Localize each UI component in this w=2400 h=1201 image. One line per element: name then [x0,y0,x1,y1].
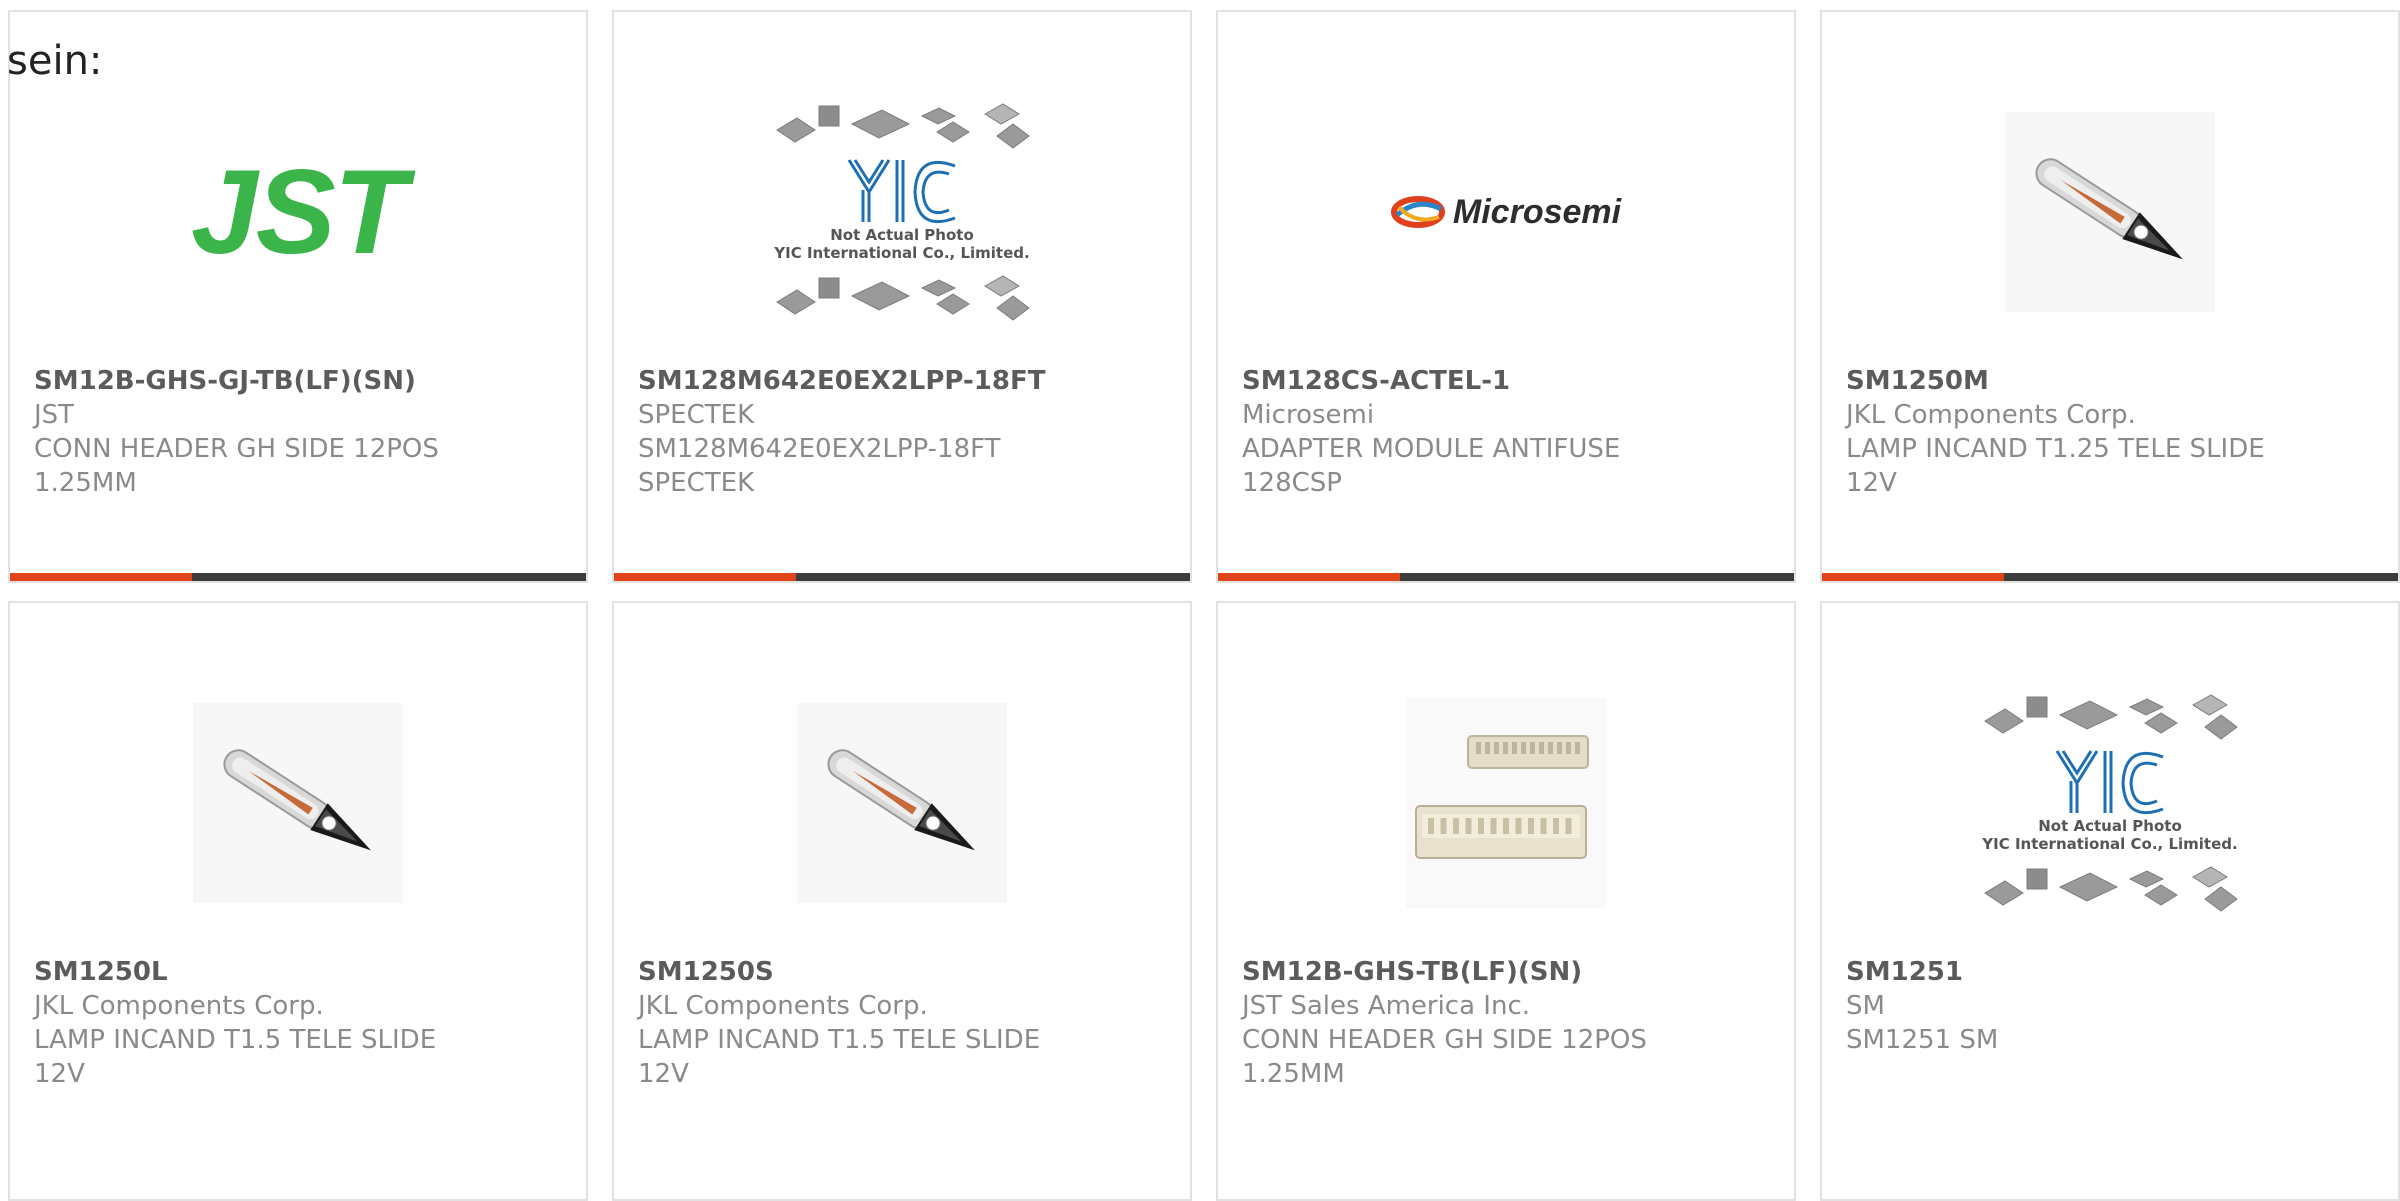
product-card[interactable]: SM1250S JKL Components Corp. LAMP INCAND T… [612,601,1192,1201]
card-footer-bar [1218,573,1794,581]
manufacturer-name: SPECTEK [638,400,755,430]
product-info: SM1251 SM SM1251 SM [1846,955,2374,1057]
description-line: 12V [34,1059,85,1089]
manufacturer-name: SM [1846,991,1885,1021]
description-line: SM128M642E0EX2LPP-18FT [638,434,1001,464]
description-line: 128CSP [1242,468,1342,498]
microsemi-logo: Microsemi [1390,193,1621,232]
product-card[interactable]: Not Actual Photo YIC International Co., … [1820,601,2400,1201]
product-card[interactable]: SM1250M JKL Components Corp. LAMP INCAND T… [1820,10,2400,583]
product-card[interactable]: JST SM12B-GHS-GJ-TB(LF)(SN) JST CONN HEADER… [8,10,588,583]
manufacturer-name: Microsemi [1242,400,1375,430]
lamp-photo [797,703,1007,903]
yic-caption-2: YIC International Co., Limited. [1981,835,2237,853]
product-info: SM128M642E0EX2LPP-18FT SPECTEK SM128M642E0… [638,364,1166,500]
product-info: SM1250M JKL Components Corp. LAMP INCAND T… [1846,364,2374,500]
product-info: SM1250L JKL Components Corp. LAMP INCAND T… [34,955,562,1091]
card-footer-accent [1218,573,1400,581]
lamp-photo [2005,112,2215,312]
yic-caption-1: Not Actual Photo [830,226,974,244]
manufacturer-name: JKL Components Corp. [638,991,928,1021]
description-line: ADAPTER MODULE ANTIFUSE [1242,434,1621,464]
description-line: LAMP INCAND T1.25 TELE SLIDE [1846,434,2265,464]
manufacturer-name: JKL Components Corp. [1846,400,2136,430]
product-info: SM12B-GHS-GJ-TB(LF)(SN) JST CONN HEADER GH… [34,364,562,500]
lamp-photo [193,703,403,903]
product-image[interactable] [1822,67,2398,357]
product-card[interactable]: SM1250L JKL Components Corp. LAMP INCAND T… [8,601,588,1201]
product-image[interactable] [614,658,1190,948]
part-number-link[interactable]: SM128M642E0EX2LPP-18FT [638,364,1166,398]
product-image[interactable] [1218,658,1794,948]
card-footer-accent [614,573,796,581]
part-number-link[interactable]: SM12B-GHS-GJ-TB(LF)(SN) [34,364,562,398]
card-footer-bar [10,573,586,581]
card-footer-bar [614,573,1190,581]
product-grid: JST SM12B-GHS-GJ-TB(LF)(SN) JST CONN HEADER… [0,0,2400,1201]
card-footer-accent [10,573,192,581]
part-number-link[interactable]: SM1250M [1846,364,2374,398]
part-number-link[interactable]: SM1251 [1846,955,2374,989]
yic-placeholder-image: Not Actual Photo YIC International Co., … [1981,694,2238,912]
description-line: SPECTEK [638,468,755,498]
product-image[interactable]: Not Actual Photo YIC International Co., … [1822,658,2398,948]
product-card[interactable]: SM12B-GHS-TB(LF)(SN) JST Sales America In… [1216,601,1796,1201]
yic-caption-1: Not Actual Photo [2038,817,2182,835]
manufacturer-name: JST Sales America Inc. [1242,991,1531,1021]
description-line: LAMP INCAND T1.5 TELE SLIDE [34,1025,437,1055]
description-line: CONN HEADER GH SIDE 12POS [1242,1025,1647,1055]
product-image[interactable]: JST [10,67,586,357]
description-line: SM1251 SM [1846,1025,1999,1055]
product-info: SM128CS-ACTEL-1 Microsemi ADAPTER MODULE A… [1242,364,1770,500]
manufacturer-name: JST [34,400,75,430]
description-line: 1.25MM [34,468,137,498]
product-info: SM12B-GHS-TB(LF)(SN) JST Sales America In… [1242,955,1770,1091]
jst-logo: JST [190,145,407,279]
product-image[interactable]: Not Actual Photo YIC International Co., … [614,67,1190,357]
part-number-link[interactable]: SM12B-GHS-TB(LF)(SN) [1242,955,1770,989]
yic-caption-2: YIC International Co., Limited. [773,244,1029,262]
microsemi-swirl-icon [1390,196,1445,228]
part-number-link[interactable]: SM128CS-ACTEL-1 [1242,364,1770,398]
card-footer-bar [1822,573,2398,581]
description-line: 12V [1846,468,1897,498]
product-image[interactable]: Microsemi [1218,67,1794,357]
part-number-link[interactable]: SM1250L [34,955,562,989]
product-card[interactable]: Microsemi SM128CS-ACTEL-1 Microsemi ADAPTE… [1216,10,1796,583]
description-line: 12V [638,1059,689,1089]
description-line: 1.25MM [1242,1059,1345,1089]
manufacturer-name: JKL Components Corp. [34,991,324,1021]
product-card[interactable]: Not Actual Photo YIC International Co., … [612,10,1192,583]
description-line: LAMP INCAND T1.5 TELE SLIDE [638,1025,1041,1055]
description-line: CONN HEADER GH SIDE 12POS [34,434,439,464]
yic-placeholder-image: Not Actual Photo YIC International Co., … [773,103,1030,321]
connector-photo [1406,698,1606,908]
card-footer-accent [1822,573,2004,581]
intro-text: sein: [7,38,103,84]
product-image[interactable] [10,658,586,948]
part-number-link[interactable]: SM1250S [638,955,1166,989]
product-info: SM1250S JKL Components Corp. LAMP INCAND T… [638,955,1166,1091]
